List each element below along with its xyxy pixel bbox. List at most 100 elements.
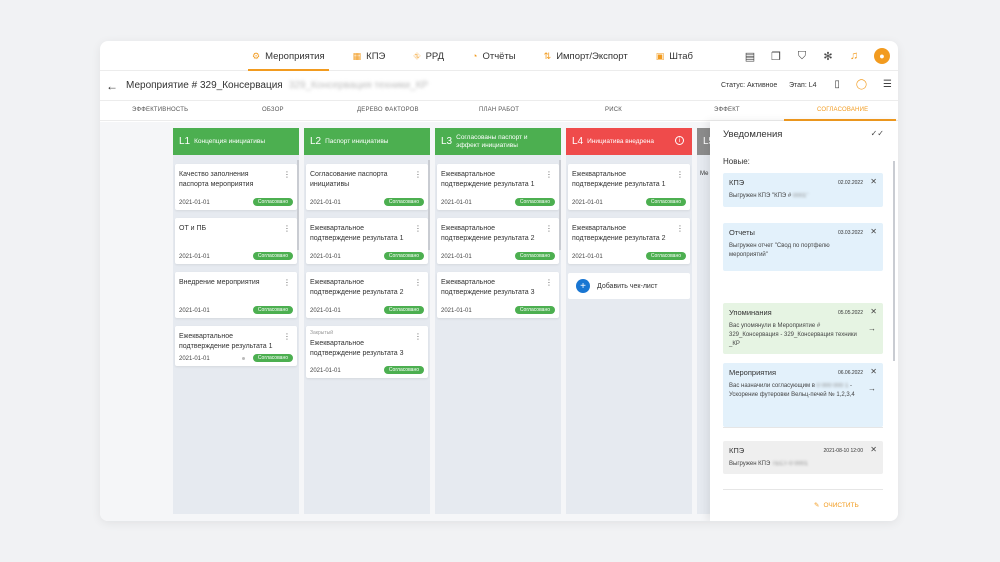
notification-card[interactable]: КПЭ 2021-08-10 12:00 ✕ Выгружен КПЭ ТЕСТ-0 … — [723, 441, 883, 474]
close-icon[interactable]: ✕ — [870, 177, 877, 186]
page-title-text: Мероприятие # 329_Консервация — [126, 80, 283, 91]
avatar[interactable]: ● — [874, 48, 890, 64]
tab-3[interactable]: ПЛАН РАБОТ — [479, 107, 519, 113]
broom-icon: ✎ — [814, 502, 820, 509]
add-checklist-button[interactable]: + Добавить чек-лист — [568, 273, 690, 299]
gear-icon[interactable]: ✻ — [822, 50, 834, 63]
menu-icon[interactable]: ☰ — [883, 79, 892, 90]
column-scrollbar[interactable] — [297, 160, 299, 250]
plus-icon: + — [576, 279, 590, 293]
tab-4[interactable]: РИСК — [605, 107, 622, 113]
partial-card-text: Ме — [700, 171, 709, 177]
nav-item-5[interactable]: ▣ Штаб — [642, 41, 707, 71]
checklist-card[interactable]: Согласование паспорта инициативы ⋮ 2021-01… — [306, 164, 428, 210]
more-vertical-icon[interactable]: ⋮ — [414, 278, 422, 287]
tab-5[interactable]: ЭФФЕКТ — [714, 107, 740, 113]
notification-card[interactable]: Мероприятия 06.06.2022 ✕ Вас назначили согл… — [723, 363, 883, 427]
nav-item-3[interactable]: ◔ Отчёты — [458, 41, 530, 71]
bookmark-icon[interactable]: ▯ — [834, 79, 840, 90]
notification-text-main: Выгружен отчет "Свод по портфелю меропри… — [729, 243, 830, 258]
status-badge: Согласовано — [252, 354, 293, 362]
notification-card[interactable]: КПЭ 02.02.2022 ✕ Выгружен КПЭ "КПЭ # 0001" — [723, 173, 883, 207]
card-date: 2021-01-01 — [572, 254, 603, 260]
notification-card[interactable]: Упоминания 05.05.2022 ✕ Вас упомянули в Мер… — [723, 303, 883, 354]
nav-item-1[interactable]: ▦ КПЭ — [339, 41, 400, 71]
chat-icon[interactable]: ◯ — [856, 79, 867, 90]
tab-6[interactable]: СОГЛАСОВАНИЕ — [817, 107, 868, 113]
more-vertical-icon[interactable]: ⋮ — [545, 170, 553, 179]
column-scrollbar[interactable] — [428, 160, 430, 250]
close-icon[interactable]: ✕ — [870, 367, 877, 376]
checklist-card[interactable]: ОТ и ПБ ⋮ 2021-01-01 Согласовано — [175, 218, 297, 264]
status-badge: Согласовано — [645, 198, 686, 206]
page-header: ← Мероприятие # 329_Консервация 329_Консе… — [100, 71, 898, 101]
cube-icon: ⚙ — [252, 50, 261, 61]
more-vertical-icon[interactable]: ⋮ — [414, 332, 422, 341]
checklist-card[interactable]: Ежеквартальное подтверждение результата … — [437, 218, 559, 264]
nav-item-label: Отчёты — [482, 50, 516, 62]
card-date: 2021-01-01 — [441, 200, 472, 206]
more-vertical-icon[interactable]: ⋮ — [283, 278, 291, 287]
document-icon[interactable]: ▤ — [744, 50, 756, 63]
nav-item-0[interactable]: ⚙ Мероприятия — [238, 41, 339, 71]
tab-0[interactable]: ЭФФЕКТИВНОСТЬ — [132, 107, 188, 113]
checklist-card[interactable]: Ежеквартальное подтверждение результата … — [568, 218, 690, 264]
checklist-card[interactable]: Ежеквартальное подтверждение результата … — [437, 272, 559, 318]
notification-text-main: Вас назначили согласующим в — [729, 383, 815, 389]
nav-item-2[interactable]: ⛗ РРД — [399, 41, 458, 71]
column-title: Согласованы паспорт и эффект инициативы — [456, 133, 528, 149]
nav-item-label: КПЭ — [366, 50, 386, 62]
page-title: Мероприятие # 329_Консервация 329_Консерв… — [126, 80, 428, 91]
notifications-title: Уведомления — [723, 129, 783, 140]
bell-icon[interactable]: ♫ — [848, 50, 860, 63]
checklist-card[interactable]: Ежеквартальное подтверждение результата … — [175, 326, 297, 366]
more-vertical-icon[interactable]: ⋮ — [676, 170, 684, 179]
notification-date: 05.05.2022 — [837, 310, 863, 316]
notification-title: Упоминания — [729, 308, 772, 317]
clear-button[interactable]: ✎ ОЧИСТИТЬ — [814, 501, 859, 510]
notification-card[interactable]: Отчеты 03.03.2022 ✕ Выгружен отчет "Свод по… — [723, 223, 883, 271]
card-date: 2021-01-01 — [310, 200, 341, 206]
nav-item-label: РРД — [425, 50, 445, 62]
checklist-card[interactable]: Ежеквартальное подтверждение результата … — [306, 218, 428, 264]
card-title: Ежеквартальное подтверждение результата … — [179, 333, 273, 350]
copy-icon[interactable]: ❐ — [770, 50, 782, 63]
card-tag: Закрытый — [310, 330, 334, 336]
tab-2[interactable]: ДЕРЕВО ФАКТОРОВ — [357, 107, 419, 113]
card-title: Ежеквартальное подтверждение результата … — [441, 225, 535, 242]
checklist-card[interactable]: Ежеквартальное подтверждение результата … — [306, 272, 428, 318]
close-icon[interactable]: ✕ — [870, 307, 877, 316]
panel-scrollbar[interactable] — [893, 161, 895, 361]
checklist-card[interactable]: Качество заполнения паспорта мероприятия… — [175, 164, 297, 210]
shield-icon[interactable]: ⛉ — [796, 50, 808, 63]
column-level: L1 — [179, 135, 191, 147]
arrow-right-icon[interactable]: → — [868, 324, 876, 333]
card-date: 2021-01-01 — [179, 254, 210, 260]
close-icon[interactable]: ✕ — [870, 227, 877, 236]
close-icon[interactable]: ✕ — [870, 445, 877, 454]
more-vertical-icon[interactable]: ⋮ — [283, 332, 291, 341]
checklist-card[interactable]: Ежеквартальное подтверждение результата … — [568, 164, 690, 210]
arrow-right-icon[interactable]: → — [868, 384, 876, 393]
more-vertical-icon[interactable]: ⋮ — [676, 224, 684, 233]
more-vertical-icon[interactable]: ⋮ — [414, 224, 422, 233]
checklist-card[interactable]: Закрытый Ежеквартальное подтверждение рез… — [306, 326, 428, 378]
back-arrow-icon[interactable]: ← — [106, 79, 118, 93]
mark-all-read-icon[interactable]: ✓✓ — [871, 129, 884, 138]
more-vertical-icon[interactable]: ⋮ — [283, 170, 291, 179]
column-scrollbar[interactable] — [559, 160, 561, 250]
more-vertical-icon[interactable]: ⋮ — [545, 278, 553, 287]
status-badge: Согласовано — [252, 198, 293, 206]
nav-item-4[interactable]: ⇅ Импорт/Экспорт — [530, 41, 642, 71]
more-vertical-icon[interactable]: ⋮ — [283, 224, 291, 233]
more-vertical-icon[interactable]: ⋮ — [414, 170, 422, 179]
nav-item-label: Импорт/Экспорт — [556, 50, 628, 62]
checklist-card[interactable]: Ежеквартальное подтверждение результата … — [437, 164, 559, 210]
column-header: L4 Инициатива внедрена i — [566, 128, 692, 155]
info-icon[interactable]: i — [675, 136, 684, 145]
checklist-card[interactable]: Внедрение мероприятия ⋮ 2021-01-01 Согласов… — [175, 272, 297, 318]
more-vertical-icon[interactable]: ⋮ — [545, 224, 553, 233]
import-export-icon: ⇅ — [543, 50, 552, 61]
tab-1[interactable]: ОБЗОР — [262, 107, 284, 113]
column-title: Концепция инициативы — [194, 137, 265, 145]
